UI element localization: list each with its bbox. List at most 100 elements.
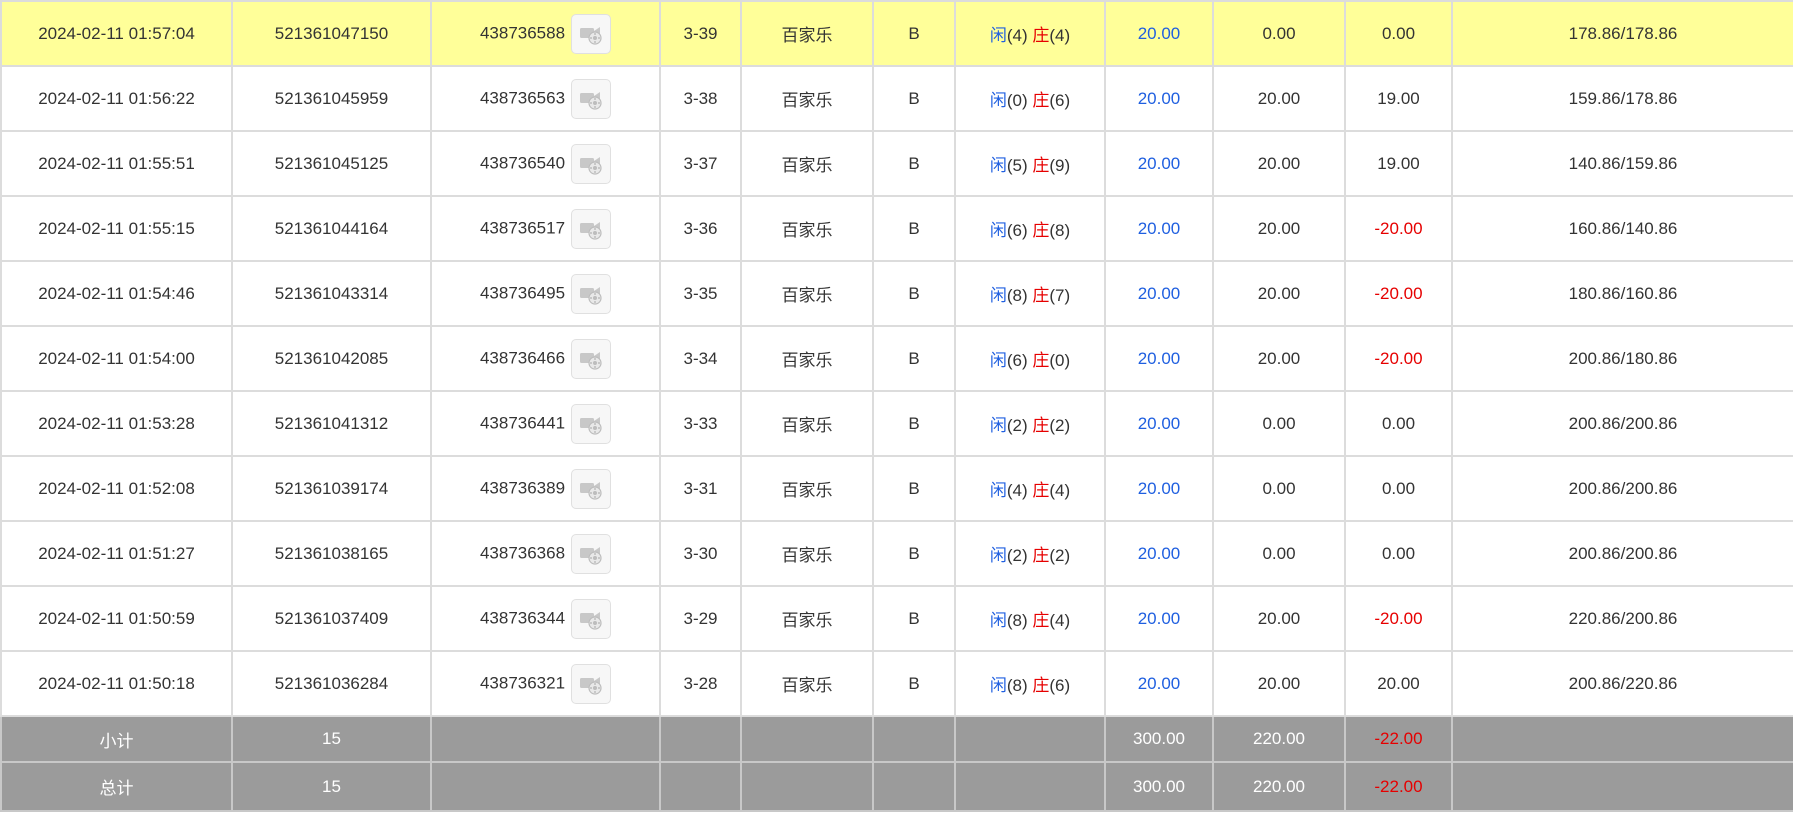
replay-video-button[interactable] [571, 143, 612, 184]
table-name: B [872, 390, 956, 457]
bet-amount: 20.00 [1104, 65, 1214, 132]
bet-time: 2024-02-11 01:57:04 [0, 0, 233, 67]
banker-points: (7) [1049, 286, 1071, 305]
result-cell: 闲(6) 庄(0) [954, 325, 1106, 392]
bet-amount: 20.00 [1104, 0, 1214, 67]
replay-video-button[interactable] [571, 598, 612, 639]
player-points: (8) [1006, 286, 1028, 305]
replay-video-button[interactable] [571, 13, 612, 54]
round-cell: 438736540 [430, 130, 661, 197]
win-loss: -20.00 [1344, 325, 1453, 392]
replay-video-button[interactable] [571, 533, 612, 574]
bet-amount: 20.00 [1104, 390, 1214, 457]
bet-records-table: 2024-02-11 01:57:04 521361047150 438736588… [0, 0, 1793, 812]
replay-video-button[interactable] [571, 208, 612, 249]
balance-change: 160.86/140.86 [1451, 195, 1793, 262]
player-label: 闲 [989, 156, 1007, 175]
valid-bet: 0.00 [1212, 0, 1346, 67]
round-number: 438736517 [479, 217, 566, 237]
records-body: 2024-02-11 01:57:04 521361047150 438736588… [0, 0, 1793, 717]
round-cell: 438736466 [430, 325, 661, 392]
round-cell: 438736344 [430, 585, 661, 652]
replay-video-button[interactable] [571, 78, 612, 119]
replay-video-button[interactable] [571, 403, 612, 444]
table-row: 2024-02-11 01:50:18 521361036284 438736321… [0, 650, 1793, 717]
shoe-round: 3-39 [659, 0, 742, 67]
valid-bet: 20.00 [1212, 195, 1346, 262]
table-row: 2024-02-11 01:53:28 521361041312 438736441… [0, 390, 1793, 457]
replay-video-button[interactable] [571, 663, 612, 704]
game-name: 百家乐 [740, 585, 874, 652]
order-number: 521361041312 [231, 390, 432, 457]
player-points: (2) [1006, 416, 1028, 435]
player-points: (8) [1006, 676, 1028, 695]
win-loss: 0.00 [1344, 455, 1453, 522]
result-cell: 闲(4) 庄(4) [954, 0, 1106, 67]
shoe-round: 3-31 [659, 455, 742, 522]
game-name: 百家乐 [740, 520, 874, 587]
round-number: 438736344 [479, 607, 566, 627]
player-points: (6) [1006, 221, 1028, 240]
banker-label: 庄 [1032, 611, 1050, 630]
balance-change: 159.86/178.86 [1451, 65, 1793, 132]
table-row: 2024-02-11 01:55:51 521361045125 438736540… [0, 130, 1793, 197]
empty-cell [659, 761, 742, 812]
player-points: (8) [1006, 611, 1028, 630]
bet-time: 2024-02-11 01:56:22 [0, 65, 233, 132]
subtotal-valid: 220.00 [1212, 715, 1346, 763]
replay-video-button[interactable] [571, 338, 612, 379]
result-cell: 闲(8) 庄(7) [954, 260, 1106, 327]
total-label: 总计 [0, 761, 233, 812]
round-cell: 438736321 [430, 650, 661, 717]
empty-cell [430, 715, 661, 763]
valid-bet: 20.00 [1212, 130, 1346, 197]
round-number: 438736321 [479, 672, 566, 692]
balance-change: 220.86/200.86 [1451, 585, 1793, 652]
game-name: 百家乐 [740, 260, 874, 327]
player-label: 闲 [989, 286, 1007, 305]
table-name: B [872, 455, 956, 522]
total-count: 15 [231, 761, 432, 812]
balance-change: 140.86/159.86 [1451, 130, 1793, 197]
replay-video-button[interactable] [571, 273, 612, 314]
win-loss: 20.00 [1344, 650, 1453, 717]
order-number: 521361037409 [231, 585, 432, 652]
win-loss: 0.00 [1344, 390, 1453, 457]
banker-label: 庄 [1032, 676, 1050, 695]
table-name: B [872, 650, 956, 717]
bet-amount: 20.00 [1104, 650, 1214, 717]
round-number: 438736563 [479, 87, 566, 107]
table-name: B [872, 260, 956, 327]
result-cell: 闲(4) 庄(4) [954, 455, 1106, 522]
valid-bet: 0.00 [1212, 520, 1346, 587]
win-loss: 19.00 [1344, 130, 1453, 197]
order-number: 521361042085 [231, 325, 432, 392]
valid-bet: 20.00 [1212, 585, 1346, 652]
win-loss: 0.00 [1344, 520, 1453, 587]
player-label: 闲 [989, 546, 1007, 565]
table-name: B [872, 130, 956, 197]
banker-label: 庄 [1032, 221, 1050, 240]
bet-time: 2024-02-11 01:51:27 [0, 520, 233, 587]
round-number: 438736588 [479, 22, 566, 42]
banker-label: 庄 [1032, 351, 1050, 370]
player-label: 闲 [989, 611, 1007, 630]
replay-video-button[interactable] [571, 468, 612, 509]
result-cell: 闲(8) 庄(4) [954, 585, 1106, 652]
balance-change: 178.86/178.86 [1451, 0, 1793, 67]
empty-cell [1451, 715, 1793, 763]
order-number: 521361045125 [231, 130, 432, 197]
subtotal-count: 15 [231, 715, 432, 763]
summary-body: 小计 15 300.00 220.00 -22.00 总计 15 300.00 … [0, 715, 1793, 812]
player-points: (4) [1006, 26, 1028, 45]
table-name: B [872, 0, 956, 67]
banker-points: (8) [1049, 221, 1071, 240]
balance-change: 200.86/200.86 [1451, 520, 1793, 587]
video-camera-icon [572, 282, 610, 306]
video-camera-icon [572, 607, 610, 631]
valid-bet: 20.00 [1212, 260, 1346, 327]
subtotal-label: 小计 [0, 715, 233, 763]
bet-time: 2024-02-11 01:53:28 [0, 390, 233, 457]
table-row: 2024-02-11 01:54:46 521361043314 438736495… [0, 260, 1793, 327]
balance-change: 180.86/160.86 [1451, 260, 1793, 327]
